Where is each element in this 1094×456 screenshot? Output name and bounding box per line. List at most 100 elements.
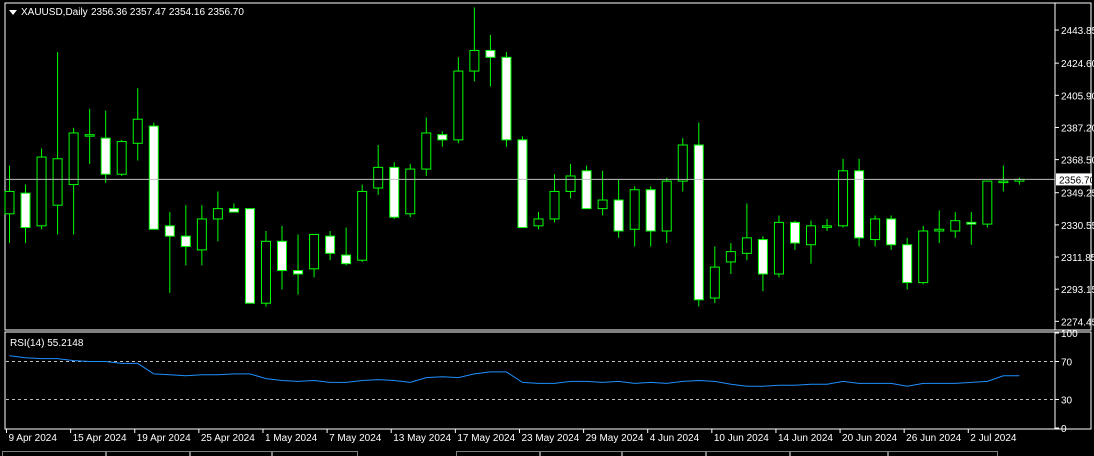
candle [132, 88, 143, 161]
candle [854, 158, 865, 247]
candle [613, 179, 624, 238]
candle [902, 237, 913, 290]
candle-body [709, 266, 720, 299]
time-tick-label: 20 Jun 2024 [842, 433, 897, 444]
main-chart-frame [4, 2, 1056, 331]
candle [629, 186, 640, 247]
chart-tab[interactable] [272, 451, 358, 456]
candle-body [293, 270, 304, 275]
candle [244, 208, 255, 304]
candle-body [629, 189, 640, 230]
candle [148, 122, 159, 230]
price-tick-label: 2349.25 [1061, 189, 1094, 200]
candle-body [421, 132, 432, 170]
candle-body [485, 49, 496, 58]
candle-body [741, 237, 752, 254]
time-tick-label: 7 May 2024 [329, 433, 382, 444]
candle [325, 230, 336, 261]
rsi-axis-frame[interactable] [1054, 331, 1092, 430]
candle-body [341, 254, 352, 265]
candle-body [212, 208, 223, 220]
candle-body [244, 208, 255, 304]
chart-tab[interactable] [540, 451, 622, 456]
candle [677, 138, 688, 192]
candle-body [453, 70, 464, 141]
time-tick-label: 23 May 2024 [521, 433, 579, 444]
candle [693, 122, 704, 307]
candle-body [373, 166, 384, 189]
candle-body [549, 190, 560, 220]
chart-tab[interactable] [790, 451, 888, 456]
symbol-label: XAUUSD,Daily [21, 7, 88, 18]
candle-body [581, 170, 592, 210]
candle [389, 162, 400, 219]
time-tick-label: 10 Jun 2024 [714, 433, 769, 444]
candle-body [902, 244, 913, 284]
candle-body [36, 156, 47, 227]
candle [212, 191, 223, 242]
candle [966, 212, 977, 245]
candle [741, 203, 752, 261]
candle-body [116, 141, 127, 175]
candle-body [613, 199, 624, 232]
candle [52, 52, 63, 235]
candle [918, 225, 929, 285]
candle-body [389, 166, 400, 218]
candle-body [517, 139, 528, 229]
candle-body [20, 192, 31, 229]
candle [725, 243, 736, 274]
candles [4, 7, 1025, 307]
rsi-level-lines [6, 361, 1055, 400]
rsi-panel-frame [4, 331, 1056, 430]
time-tick-label: 4 Jun 2024 [650, 433, 700, 444]
time-axis: 9 Apr 2024 15 Apr 2024 19 Apr 2024 25 Apr 2… [6, 429, 1017, 444]
candle [549, 174, 560, 223]
candle [4, 165, 15, 244]
candle [277, 225, 288, 290]
candle-body [164, 225, 175, 237]
candle [357, 184, 368, 262]
trading-chart[interactable]: 2356.70 2443.85 2424.60 2405.90 2387.20 2368… [0, 0, 1094, 456]
candle-body [100, 137, 111, 175]
chart-tab[interactable] [2, 451, 106, 456]
candle [341, 227, 352, 266]
rsi-line [9, 355, 1020, 387]
chart-tab[interactable] [456, 451, 540, 456]
candle [116, 139, 127, 176]
chart-tab[interactable] [706, 451, 790, 456]
candle [806, 220, 816, 264]
candle [533, 212, 544, 230]
candle-body [437, 134, 448, 141]
chart-tab[interactable] [888, 451, 998, 456]
candle [180, 205, 191, 266]
time-tick-label: 17 May 2024 [457, 433, 515, 444]
price-tick-label: 2443.85 [1061, 26, 1094, 37]
candle-body [645, 189, 656, 232]
time-tick-label: 13 May 2024 [393, 433, 451, 444]
rsi-tick-label: 70 [1061, 358, 1073, 369]
candle-body [725, 251, 736, 263]
candle [822, 218, 833, 231]
candle [709, 246, 720, 304]
candle [645, 186, 656, 247]
chart-tab[interactable] [190, 451, 272, 456]
time-tick-label: 29 May 2024 [586, 433, 644, 444]
candle-body [357, 190, 368, 261]
candle-body [870, 218, 881, 241]
candle [581, 165, 592, 210]
candle [982, 180, 993, 228]
candle [437, 131, 448, 147]
time-tick-label: 9 Apr 2024 [9, 433, 58, 444]
candle [228, 203, 239, 213]
time-tick-label: 2 Jul 2024 [970, 433, 1017, 444]
chart-tab[interactable] [622, 451, 706, 456]
chart-tabs-bar [0, 449, 1094, 456]
time-tick-label: 1 May 2024 [265, 433, 318, 444]
current-price-label: 2356.70 [1059, 175, 1094, 186]
chart-menu-triangle-icon[interactable] [9, 10, 17, 15]
rsi-tick-label: 100 [1061, 329, 1078, 340]
chart-tab[interactable] [106, 451, 190, 456]
candle [421, 117, 432, 176]
candle-body [84, 134, 95, 137]
candle [373, 145, 384, 195]
